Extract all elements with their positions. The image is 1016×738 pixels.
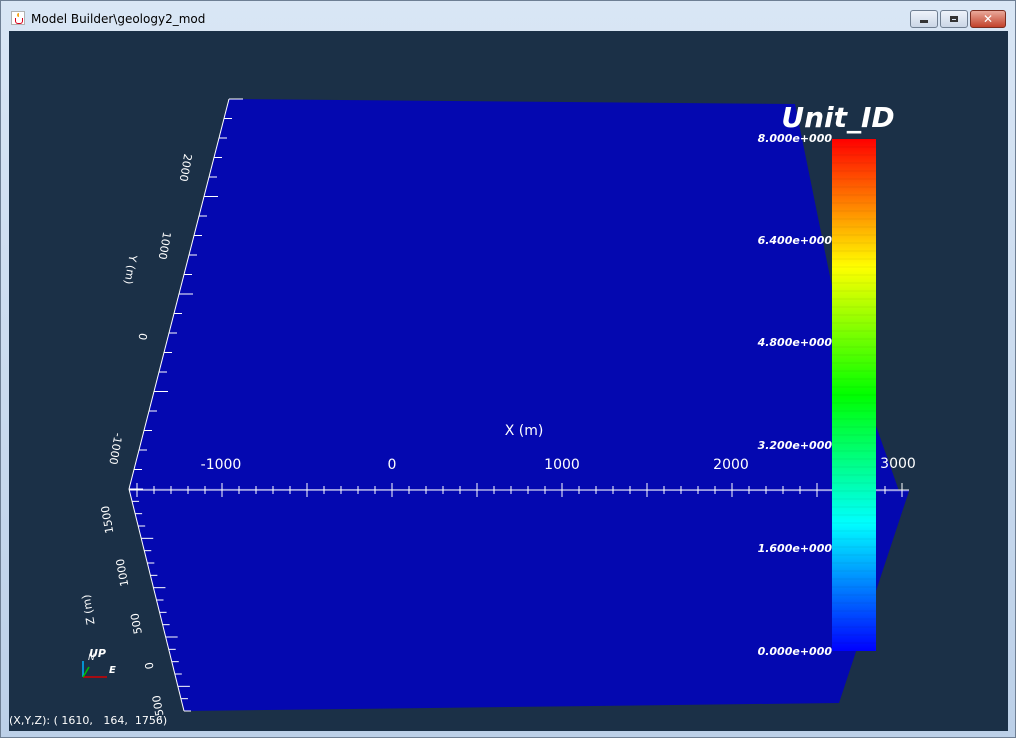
z-tick-label: 1500 [99, 505, 117, 535]
north-axis-icon [82, 666, 90, 678]
3d-viewport[interactable]: X (m) -1000 0 1000 2000 3000 Y (m) -1000… [9, 31, 1008, 731]
minimize-icon [920, 20, 928, 23]
legend-label: 3.200e+000 [758, 439, 833, 452]
legend-label: 6.400e+000 [758, 234, 833, 247]
legend-title: Unit_ID [781, 101, 894, 134]
coordinate-readout: (X,Y,Z): ( 1610, 164, 1756) [9, 714, 168, 727]
model-front-face [129, 489, 909, 711]
x-tick-label: -1000 [201, 457, 242, 473]
orientation-east-label: E [109, 665, 116, 676]
legend-label: 8.000e+000 [758, 132, 833, 145]
java-app-icon[interactable] [11, 11, 25, 25]
window-title: Model Builder\geology2_mod [31, 12, 206, 26]
x-tick-label: 3000 [880, 456, 916, 472]
z-tick-label: 1000 [114, 558, 132, 588]
scene-canvas[interactable]: X (m) -1000 0 1000 2000 3000 Y (m) -1000… [9, 31, 1008, 731]
y-tick-label: 0 [135, 332, 149, 341]
maximize-icon [950, 16, 958, 22]
z-tick-label: 500 [128, 612, 144, 635]
minimize-button[interactable] [910, 10, 938, 28]
close-button[interactable]: ✕ [970, 10, 1006, 28]
x-tick-label: 0 [388, 457, 397, 473]
x-tick-label: 2000 [713, 457, 749, 473]
orientation-widget: UP N E [82, 647, 116, 678]
y-axis-title: Y (m) [121, 253, 139, 285]
maximize-button[interactable] [940, 10, 968, 28]
app-window: Model Builder\geology2_mod ✕ X (m) -1000… [0, 0, 1016, 738]
x-tick-label: 1000 [544, 457, 580, 473]
legend-label: 0.000e+000 [758, 645, 833, 658]
y-tick-label: 1000 [156, 231, 174, 261]
legend-label: 1.600e+000 [758, 542, 833, 555]
y-tick-label: -1000 [106, 432, 124, 466]
z-tick-label: 0 [143, 661, 157, 670]
close-icon: ✕ [982, 12, 994, 26]
legend-label: 4.800e+000 [757, 336, 833, 349]
z-axis-title: Z (m) [80, 594, 98, 626]
title-bar[interactable]: Model Builder\geology2_mod ✕ [1, 1, 1015, 31]
orientation-north-label: N [88, 653, 95, 663]
x-axis-title: X (m) [505, 423, 544, 439]
y-tick-label: 2000 [177, 153, 195, 183]
